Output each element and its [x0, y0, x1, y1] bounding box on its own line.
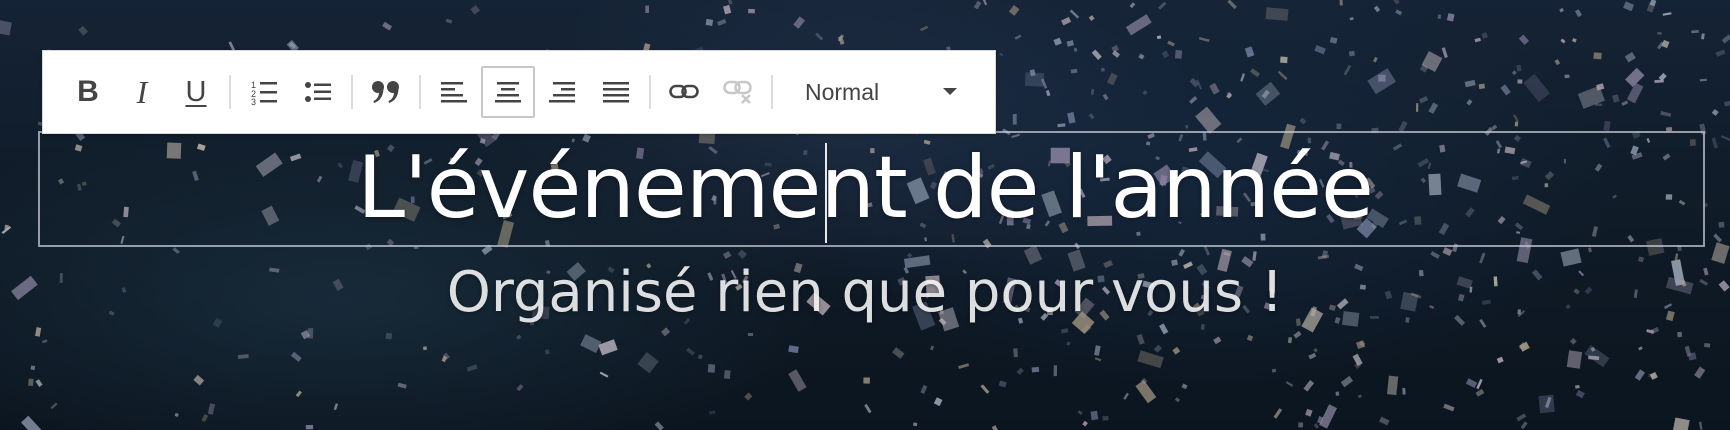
hero-section: L'événement de l'année Organisé rien que… [0, 0, 1730, 430]
hero-title[interactable]: L'événement de l'année [0, 132, 1730, 244]
italic-button[interactable]: I [115, 66, 169, 118]
unlink-button[interactable] [711, 66, 765, 118]
caret-down-icon [943, 88, 957, 95]
bullet-list-icon [305, 82, 331, 102]
align-right-icon [549, 82, 575, 103]
bold-button[interactable]: B [61, 66, 115, 118]
hero-subtitle[interactable]: Organisé rien que pour vous ! [0, 255, 1730, 331]
paragraph-style-select[interactable]: Normal [791, 66, 971, 118]
align-justify-icon [603, 82, 629, 103]
align-right-button[interactable] [535, 66, 589, 118]
toolbar-divider [771, 75, 773, 109]
unlink-icon [723, 80, 752, 104]
toolbar-divider [229, 75, 231, 109]
bold-icon: B [77, 75, 99, 108]
rich-text-toolbar: B I U 1 2 3 Normal [42, 50, 996, 134]
align-justify-button[interactable] [589, 66, 643, 118]
paragraph-style-value: Normal [805, 78, 880, 105]
bullet-list-button[interactable] [291, 66, 345, 118]
italic-icon: I [136, 74, 148, 110]
toolbar-divider [649, 75, 651, 109]
ordered-list-button[interactable]: 1 2 3 [237, 66, 291, 118]
quote-icon [372, 81, 399, 103]
align-center-icon [495, 82, 521, 103]
link-button[interactable] [657, 66, 711, 118]
underline-icon: U [185, 75, 207, 108]
align-left-icon [441, 82, 467, 103]
link-icon [669, 84, 699, 99]
toolbar-divider [419, 75, 421, 109]
align-left-button[interactable] [427, 66, 481, 118]
ordered-list-icon: 1 2 3 [251, 80, 277, 106]
underline-button[interactable]: U [169, 66, 223, 118]
svg-text:3: 3 [251, 97, 256, 106]
toolbar-divider [351, 75, 353, 109]
blockquote-button[interactable] [359, 66, 413, 118]
text-cursor [825, 143, 827, 243]
align-center-button[interactable] [481, 66, 535, 118]
